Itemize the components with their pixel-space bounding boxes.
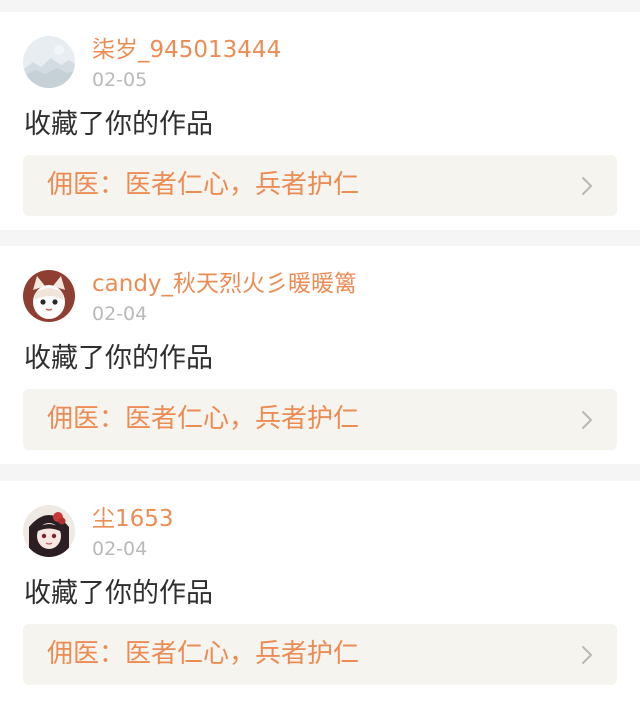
notification-card: candy_秋天烈火彡暖暖篱 02-04 收藏了你的作品 佣医：医者仁心，兵者护… <box>0 246 640 464</box>
notification-feed: 柒岁_945013444 02-05 收藏了你的作品 佣医：医者仁心，兵者护仁 … <box>0 0 640 712</box>
work-title: 佣医：医者仁心，兵者护仁 <box>47 404 360 434</box>
action-text: 收藏了你的作品 <box>24 109 213 140</box>
username[interactable]: 尘1653 <box>92 503 174 535</box>
work-title: 佣医：医者仁心，兵者护仁 <box>47 170 360 200</box>
username[interactable]: 柒岁_945013444 <box>92 34 281 66</box>
action-text: 收藏了你的作品 <box>24 343 213 374</box>
anime-fox-girl-avatar-icon[interactable] <box>23 270 75 322</box>
work-link-button[interactable]: 佣医：医者仁心，兵者护仁 <box>23 624 617 685</box>
username[interactable]: candy_秋天烈火彡暖暖篱 <box>92 268 357 300</box>
date: 02-04 <box>92 303 148 325</box>
work-link-button[interactable]: 佣医：医者仁心，兵者护仁 <box>23 155 617 216</box>
date: 02-05 <box>92 69 148 91</box>
action-text: 收藏了你的作品 <box>24 578 213 609</box>
work-link-button[interactable]: 佣医：医者仁心，兵者护仁 <box>23 389 617 450</box>
date: 02-04 <box>92 538 148 560</box>
landscape-avatar-icon[interactable] <box>23 36 75 88</box>
chevron-right-icon <box>582 646 592 664</box>
chevron-right-icon <box>582 177 592 195</box>
notification-card: 尘1653 02-04 收藏了你的作品 佣医：医者仁心，兵者护仁 <box>0 481 640 712</box>
chevron-right-icon <box>582 411 592 429</box>
notification-card: 柒岁_945013444 02-05 收藏了你的作品 佣医：医者仁心，兵者护仁 <box>0 12 640 230</box>
anime-dark-hair-girl-avatar-icon[interactable] <box>23 505 75 557</box>
work-title: 佣医：医者仁心，兵者护仁 <box>47 639 360 669</box>
